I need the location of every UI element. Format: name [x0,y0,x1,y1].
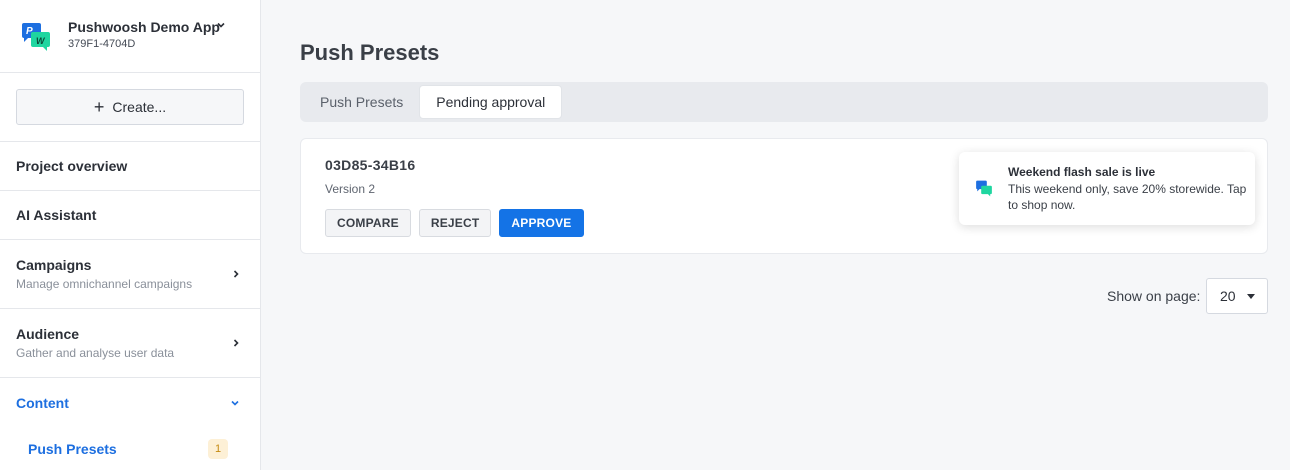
sidebar-item-label: Audience [16,326,80,342]
chevron-right-icon [233,339,239,347]
toast-body: This weekend only, save 20% storewide. T… [1008,182,1247,212]
sidebar-item-description: Manage omnichannel campaigns [16,277,193,291]
sidebar-item-audience[interactable]: Audience Gather and analyse user data [0,309,260,378]
chevron-down-icon [231,400,239,406]
tab-label: Push Presets [320,94,404,110]
create-label: Create... [112,99,167,115]
page-title: Push Presets [300,40,440,65]
push-preview-toast: Weekend flash sale is live This weekend … [959,152,1255,225]
page-size-value: 20 [1220,288,1236,304]
tab-label: Pending approval [436,94,546,110]
pushwoosh-logo-icon [976,180,992,197]
pushwoosh-logo-icon: P W [22,23,50,51]
approve-button[interactable]: APPROVE [499,209,584,237]
app-name: Pushwoosh Demo App [68,19,220,35]
tab-pending-approval[interactable]: Pending approval [419,85,563,119]
chevron-right-icon [233,270,239,278]
sidebar-item-label: Project overview [16,158,128,174]
caret-down-icon [1247,294,1255,299]
sidebar-item-campaigns[interactable]: Campaigns Manage omnichannel campaigns [0,240,260,309]
count-badge: 1 [208,439,228,459]
page-size-select[interactable]: 20 [1206,278,1268,314]
plus-icon: + [93,97,105,117]
tab-push-presets[interactable]: Push Presets [304,85,419,119]
sidebar-item-label: Campaigns [16,257,92,273]
preset-version: Version 2 [325,182,376,196]
sidebar-subitem-label: Push Presets [28,441,117,457]
sidebar-item-description: Gather and analyse user data [16,346,175,360]
sidebar-item-content[interactable]: Content [0,378,260,427]
preset-actions: COMPARE REJECT APPROVE [325,209,584,237]
sidebar: P W Pushwoosh Demo App 379F1-4704D + Cre… [0,0,261,470]
create-section: + Create... [0,73,260,142]
toast-title: Weekend flash sale is live [1008,165,1156,179]
compare-button[interactable]: COMPARE [325,209,411,237]
preset-code: 03D85-34B16 [325,157,416,173]
sidebar-item-label: AI Assistant [16,207,97,223]
sidebar-subitem-push-presets[interactable]: Push Presets 1 [0,427,260,470]
chevron-down-icon[interactable] [216,20,226,30]
tab-bar: Push Presets Pending approval [300,82,1268,122]
create-button[interactable]: + Create... [16,89,244,125]
svg-text:P: P [26,26,33,37]
page-size-label: Show on page: [1107,288,1201,304]
sidebar-item-label: Content [16,394,69,411]
sidebar-item-ai-assistant[interactable]: AI Assistant [0,191,260,240]
reject-button[interactable]: REJECT [418,209,492,237]
app-switcher[interactable]: P W Pushwoosh Demo App 379F1-4704D [0,0,260,73]
sidebar-item-project-overview[interactable]: Project overview [0,142,260,191]
app-code: 379F1-4704D [68,38,136,50]
